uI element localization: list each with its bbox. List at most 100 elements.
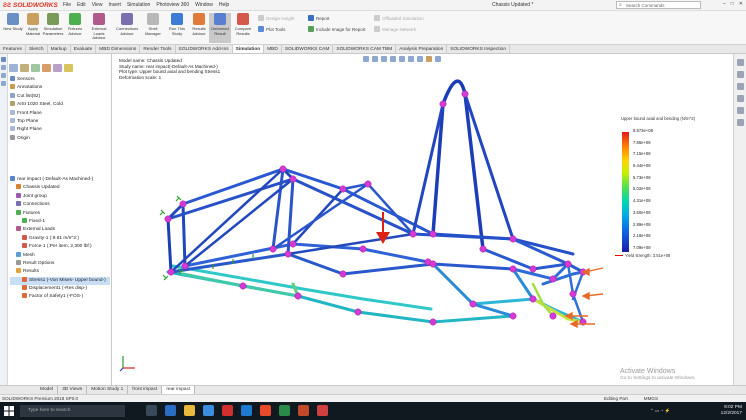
tab-cam-tbm[interactable]: SOLIDWORKS CAM TBM [333, 45, 397, 53]
tab-3d-views[interactable]: 3D Views [58, 386, 88, 394]
tree-item-right-plane[interactable]: Right Plane [10, 126, 110, 134]
study-tree-item[interactable]: Mesh [10, 251, 110, 260]
layers-icon[interactable] [1, 73, 6, 78]
compare-results-button[interactable]: Compare Results [232, 13, 254, 43]
report-button[interactable]: Report [308, 15, 330, 21]
search-commands-input[interactable]: ⌕ Search Commands [616, 1, 701, 9]
file-explorer-icon[interactable] [184, 405, 195, 416]
tab-simulation[interactable]: Simulation [232, 45, 265, 53]
taskbar-clock[interactable]: 9:02 PM 12/2/2017 [721, 405, 742, 417]
fixtures-advisor-button[interactable]: Fixtures Advisor [64, 13, 86, 43]
study-tree-item[interactable]: rear impact (-Default-As Machined-) [10, 176, 110, 184]
menu-simulation[interactable]: Simulation [127, 2, 150, 8]
dimxpert-tab-icon[interactable] [42, 64, 51, 72]
tab-evaluate[interactable]: Evaluate [71, 45, 97, 53]
tab-sketch[interactable]: Sketch [26, 45, 48, 53]
study-tree-item[interactable]: Force-1 (:Per item: 2,300 lbf:) [10, 243, 110, 251]
run-this-study-button[interactable]: Run This Study [166, 13, 188, 43]
tab-front-impact[interactable]: front impact [128, 386, 163, 394]
study-tree-item[interactable]: Chassis Updated [10, 184, 110, 192]
tree-item-front-plane[interactable]: Front Plane [10, 109, 110, 118]
close-icon[interactable]: ✕ [739, 1, 743, 7]
resources-icon[interactable] [736, 59, 744, 66]
study-tree-item[interactable]: Gravity-1 (:9.81 m/s^2:) [10, 234, 110, 243]
design-library-icon[interactable] [736, 71, 744, 78]
graphics-viewport[interactable]: Model name: Chassis Updated Study name: … [113, 54, 732, 385]
simulation-parameters-button[interactable]: Simulation Parameters [42, 13, 64, 43]
study-tree-item[interactable]: Fixtures [10, 209, 110, 218]
apply-material-button[interactable]: Apply Material [22, 13, 44, 43]
menu-file[interactable]: File [63, 2, 71, 8]
study-tree-item-selected[interactable]: Stress1 (-Von Mises- Upper bound-) [10, 276, 110, 286]
study-tree-item[interactable]: Factor of Safety1 (-FOS-) [10, 293, 110, 301]
tab-rear-impact[interactable]: rear impact [162, 386, 196, 394]
system-tray-icons[interactable]: ⌃ ▭ ◔ ⚡ [650, 408, 670, 414]
menu-help[interactable]: Help [219, 2, 229, 8]
offloaded-simulation-button[interactable]: Offloaded Simulation [374, 15, 424, 21]
feature-manager-tab-icon[interactable] [9, 64, 18, 72]
study-tree-item[interactable]: Displacement1 (-Res disp-) [10, 285, 110, 293]
windows-start-icon[interactable] [4, 406, 14, 416]
study-tree-item[interactable]: External Loads [10, 226, 110, 234]
menu-photoview[interactable]: Photoview 360 [156, 2, 189, 8]
tree-item-material[interactable]: AISI 1020 Steel, Cold [10, 101, 110, 109]
store-icon[interactable] [203, 405, 214, 416]
shell-manager-button[interactable]: Shell Manager [142, 13, 164, 43]
tab-model[interactable]: Model [36, 386, 59, 394]
word-icon[interactable] [241, 405, 252, 416]
taskbar-search-input[interactable]: Type here to search [20, 405, 125, 417]
study-tree-item[interactable]: Joint group [10, 192, 110, 201]
minimize-icon[interactable]: – [723, 1, 726, 7]
study-tree-item[interactable]: Connections [10, 201, 110, 209]
tree-item-cut-list[interactable]: Cut list(82) [10, 92, 110, 101]
external-loads-advisor-button[interactable]: External Loads Advisor [88, 13, 110, 43]
configuration-manager-tab-icon[interactable] [31, 64, 40, 72]
menu-view[interactable]: View [92, 2, 103, 8]
manage-network-button[interactable]: Manage Network [374, 26, 416, 32]
appearances-icon[interactable] [736, 107, 744, 114]
cam-tab-icon[interactable] [64, 64, 73, 72]
pin-icon[interactable] [1, 57, 6, 62]
tab-cam[interactable]: SOLIDWORKS CAM [282, 45, 334, 53]
tab-inspection[interactable]: SOLIDWORKS Inspection [447, 45, 510, 53]
study-tree-item[interactable]: Result Options [10, 259, 110, 268]
custom-properties-icon[interactable] [736, 119, 744, 126]
new-study-button[interactable]: New Study [2, 13, 24, 43]
tab-mbd-dimensions[interactable]: MBD Dimensions [96, 45, 141, 53]
menu-window[interactable]: Window [195, 2, 213, 8]
tab-markup[interactable]: Markup [48, 45, 71, 53]
tree-item-annotations[interactable]: Annotations [10, 84, 110, 92]
chrome-icon[interactable] [260, 405, 271, 416]
filter-icon[interactable] [1, 65, 6, 70]
task-view-icon[interactable] [146, 405, 157, 416]
tab-analysis-preparation[interactable]: Analysis Preparation [396, 45, 448, 53]
tree-item-sensors[interactable]: Sensors [10, 76, 110, 84]
display-manager-tab-icon[interactable] [53, 64, 62, 72]
tree-item-origin[interactable]: Origin [10, 134, 110, 143]
view-palette-icon[interactable] [736, 95, 744, 102]
menu-edit[interactable]: Edit [77, 2, 86, 8]
powerpoint-icon[interactable] [298, 405, 309, 416]
maximize-icon[interactable]: □ [731, 1, 734, 7]
tab-motion-study[interactable]: Motion Study 1 [87, 386, 129, 394]
menu-insert[interactable]: Insert [108, 2, 121, 8]
solidworks-taskbar-icon[interactable] [222, 405, 233, 416]
study-tree-item[interactable]: Fixed-1 [10, 217, 110, 226]
tree-item-top-plane[interactable]: Top Plane [10, 117, 110, 126]
excel-icon[interactable] [279, 405, 290, 416]
units-selector[interactable]: MMGS [644, 395, 658, 402]
deformed-result-button[interactable]: Deformed Result [209, 13, 231, 43]
tab-features[interactable]: Features [0, 45, 26, 53]
edge-icon[interactable] [165, 405, 176, 416]
design-insight-button[interactable]: Design Insight [258, 15, 295, 21]
adobe-icon[interactable] [317, 405, 328, 416]
tab-mbd[interactable]: MBD [264, 45, 282, 53]
tools-icon[interactable] [1, 81, 6, 86]
plot-tools-button[interactable]: Plot Tools [258, 26, 285, 32]
study-tree-item[interactable]: Results [10, 268, 110, 276]
connections-advisor-button[interactable]: Connections Advisor [116, 13, 138, 43]
tab-render-tools[interactable]: Render Tools [140, 45, 176, 53]
include-image-button[interactable]: Include Image for Report [308, 26, 366, 32]
file-explorer-icon[interactable] [736, 83, 744, 90]
property-manager-tab-icon[interactable] [20, 64, 29, 72]
